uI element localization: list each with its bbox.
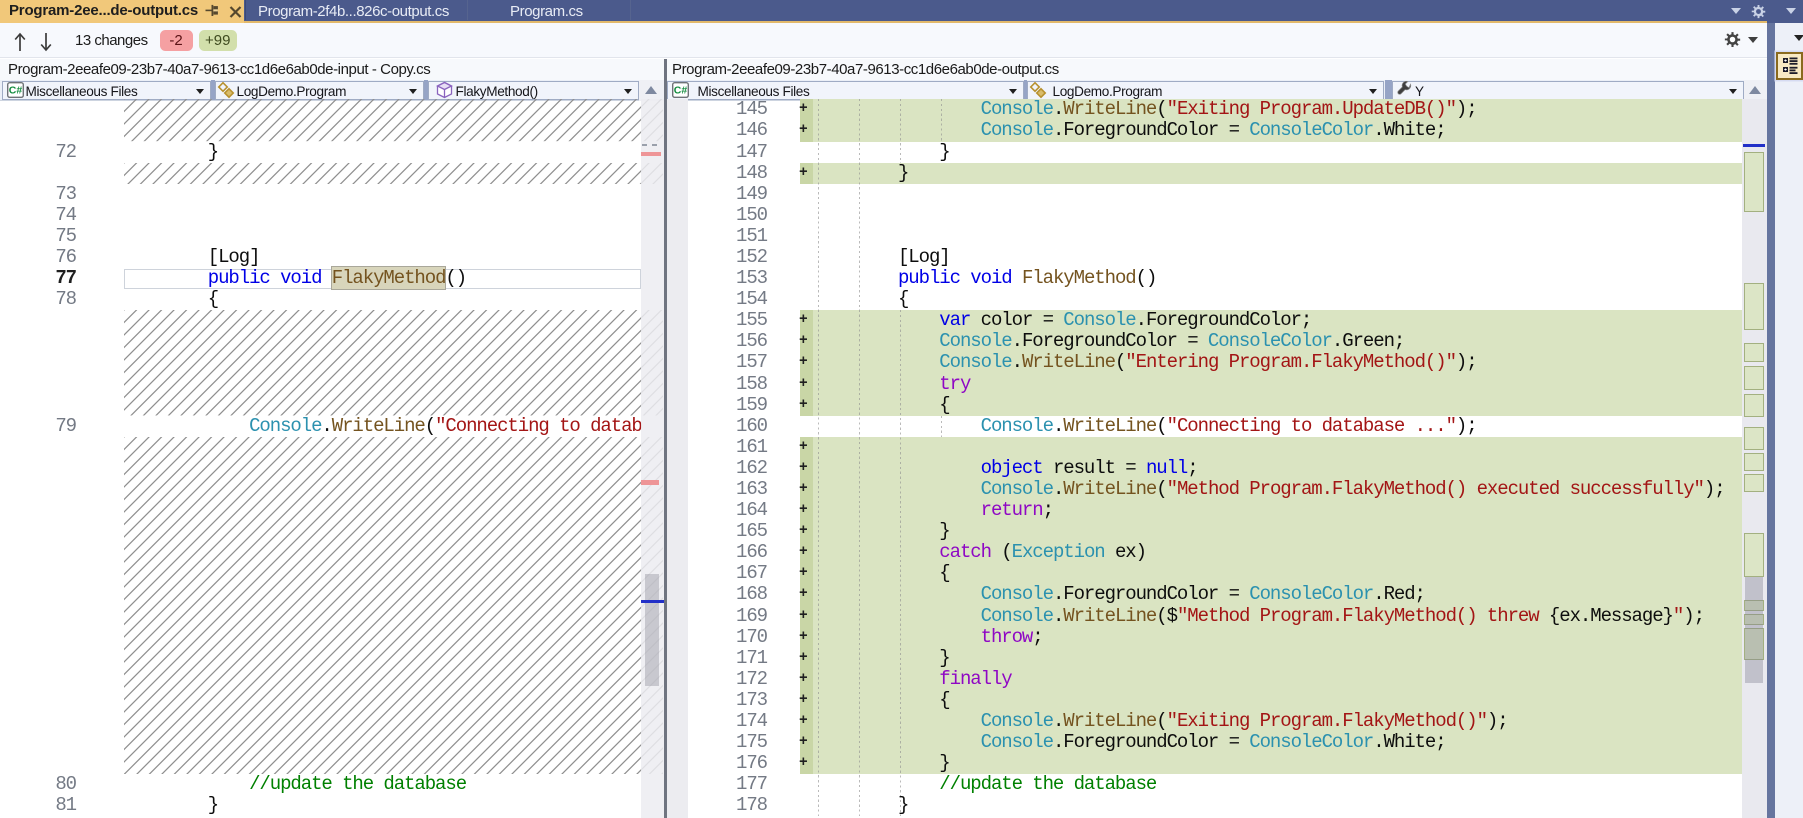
svg-text:C#: C# xyxy=(674,85,688,97)
svg-text:C#: C# xyxy=(9,85,23,97)
